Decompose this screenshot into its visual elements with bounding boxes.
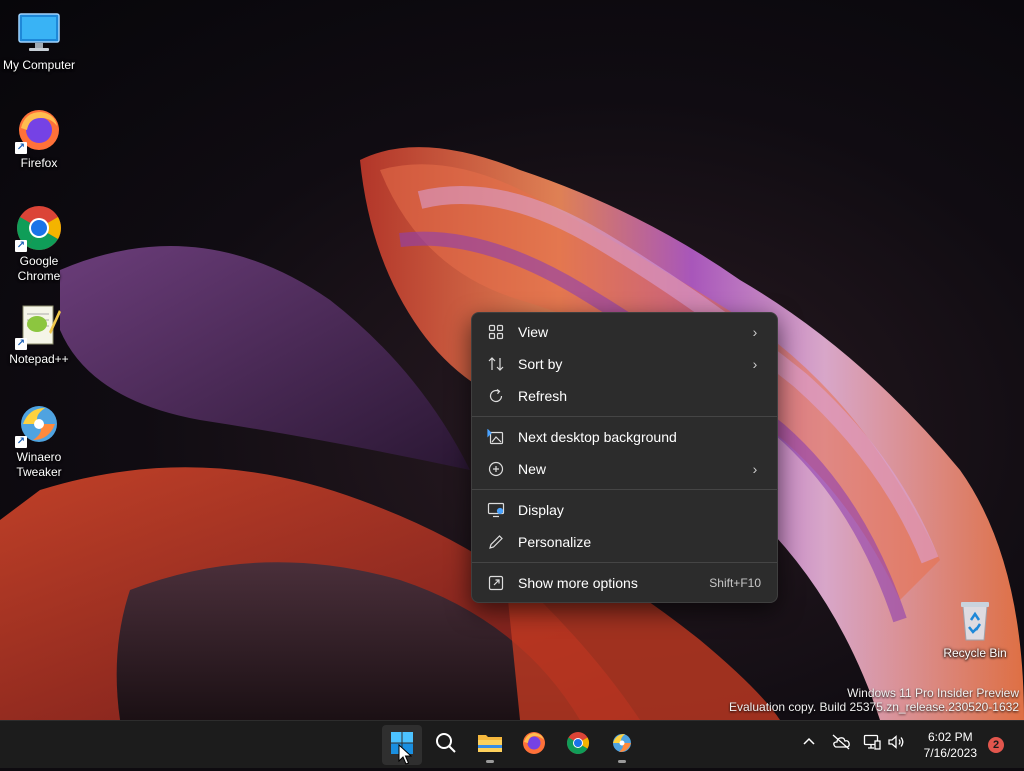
network-icon (863, 734, 881, 755)
notepad-plus-plus-icon: ↗ (15, 302, 63, 350)
next-background-icon (486, 427, 506, 447)
shortcut-arrow-icon: ↗ (15, 142, 27, 154)
shortcut-arrow-icon: ↗ (15, 436, 27, 448)
desktop-icon-label-line2: Chrome (17, 269, 61, 283)
menu-item-label: Refresh (518, 388, 568, 404)
menu-item-show-more-options[interactable]: Show more options Shift+F10 (476, 568, 773, 598)
keyboard-shortcut: Shift+F10 (709, 576, 761, 590)
desktop-icon-winaero-tweaker[interactable]: ↗ Winaero Tweaker (1, 400, 77, 480)
taskbar-firefox[interactable] (514, 725, 554, 765)
menu-item-label: Next desktop background (518, 429, 677, 445)
desktop-icon-firefox[interactable]: ↗ Firefox (1, 106, 77, 171)
firefox-icon: ↗ (15, 106, 63, 154)
mouse-cursor-icon (398, 743, 413, 771)
winaero-tweaker-icon (610, 731, 634, 760)
show-hidden-icons-button[interactable] (799, 734, 819, 754)
refresh-icon (486, 386, 506, 406)
desktop-icon-label-line1: Winaero (16, 450, 62, 464)
menu-item-sort-by[interactable]: Sort by › (476, 349, 773, 379)
desktop-icon-label: Recycle Bin (943, 646, 1007, 660)
pen-icon (486, 532, 506, 552)
menu-item-label: Display (518, 502, 564, 518)
sort-icon (486, 354, 506, 374)
running-indicator (618, 760, 626, 763)
shortcut-arrow-icon: ↗ (15, 338, 27, 350)
search-button[interactable] (426, 725, 466, 765)
open-external-icon (486, 573, 506, 593)
desktop-icon-label: Firefox (20, 156, 58, 170)
menu-item-label: New (518, 461, 547, 477)
plus-circle-icon (486, 459, 506, 479)
desktop-icon-recycle-bin[interactable]: Recycle Bin (937, 596, 1013, 661)
desktop-icon-label-line1: Google (19, 254, 59, 268)
firefox-icon (522, 731, 546, 760)
desktop-icon-label-line2: Tweaker (16, 465, 62, 479)
taskbar: 6:02 PM 7/16/2023 2 (0, 720, 1024, 768)
menu-item-label: Show more options (518, 575, 638, 591)
chevron-right-icon: › (752, 356, 758, 372)
taskbar-file-explorer[interactable] (470, 725, 510, 765)
menu-separator (472, 416, 777, 417)
volume-tray-button[interactable] (886, 734, 906, 754)
menu-item-label: Personalize (518, 534, 592, 550)
menu-item-view[interactable]: View › (476, 317, 773, 347)
clock-button[interactable]: 6:02 PM 7/16/2023 (924, 729, 977, 761)
clock-time: 6:02 PM (927, 730, 973, 744)
onedrive-tray-button[interactable] (831, 734, 851, 754)
recycle-bin-icon (951, 596, 999, 644)
chevron-up-icon (802, 735, 816, 754)
grid-icon (486, 322, 506, 342)
desktop-icon-label: Notepad++ (9, 352, 69, 366)
chevron-right-icon: › (752, 461, 758, 477)
menu-item-refresh[interactable]: Refresh (476, 381, 773, 411)
monitor-icon (15, 8, 63, 56)
menu-item-label: Sort by (518, 356, 563, 372)
desktop-icon-label: My Computer (2, 58, 76, 72)
menu-item-new[interactable]: New › (476, 454, 773, 484)
menu-item-display[interactable]: Display (476, 495, 773, 525)
menu-item-next-desktop-background[interactable]: Next desktop background (476, 422, 773, 452)
watermark-line1: Windows 11 Pro Insider Preview (847, 686, 1019, 700)
desktop-icon-my-computer[interactable]: My Computer (1, 8, 77, 73)
running-indicator (486, 760, 494, 763)
desktop-icon-notepad-plus-plus[interactable]: ↗ Notepad++ (1, 302, 77, 367)
chrome-icon: ↗ (15, 204, 63, 252)
chrome-icon (566, 731, 590, 760)
cloud-offline-icon (831, 734, 851, 755)
shortcut-arrow-icon: ↗ (15, 240, 27, 252)
file-explorer-icon (477, 731, 503, 760)
clock-date: 7/16/2023 (923, 746, 977, 760)
desktop-context-menu: View › Sort by › Refresh Next desktop ba… (471, 312, 778, 603)
notification-badge[interactable]: 2 (988, 737, 1004, 753)
desktop-icon-google-chrome[interactable]: ↗ Google Chrome (1, 204, 77, 284)
chevron-right-icon: › (752, 324, 758, 340)
search-icon (434, 731, 458, 760)
watermark-line2: Evaluation copy. Build 25375.zn_release.… (729, 700, 1019, 714)
winaero-tweaker-icon: ↗ (15, 400, 63, 448)
taskbar-winaero-tweaker[interactable] (602, 725, 642, 765)
menu-separator (472, 489, 777, 490)
evaluation-watermark: Windows 11 Pro Insider Preview Evaluatio… (729, 686, 1019, 714)
menu-item-label: View (518, 324, 549, 340)
network-tray-button[interactable] (862, 734, 882, 754)
taskbar-chrome[interactable] (558, 725, 598, 765)
menu-item-personalize[interactable]: Personalize (476, 527, 773, 557)
menu-separator (472, 562, 777, 563)
display-icon (486, 500, 506, 520)
speaker-icon (887, 734, 905, 755)
